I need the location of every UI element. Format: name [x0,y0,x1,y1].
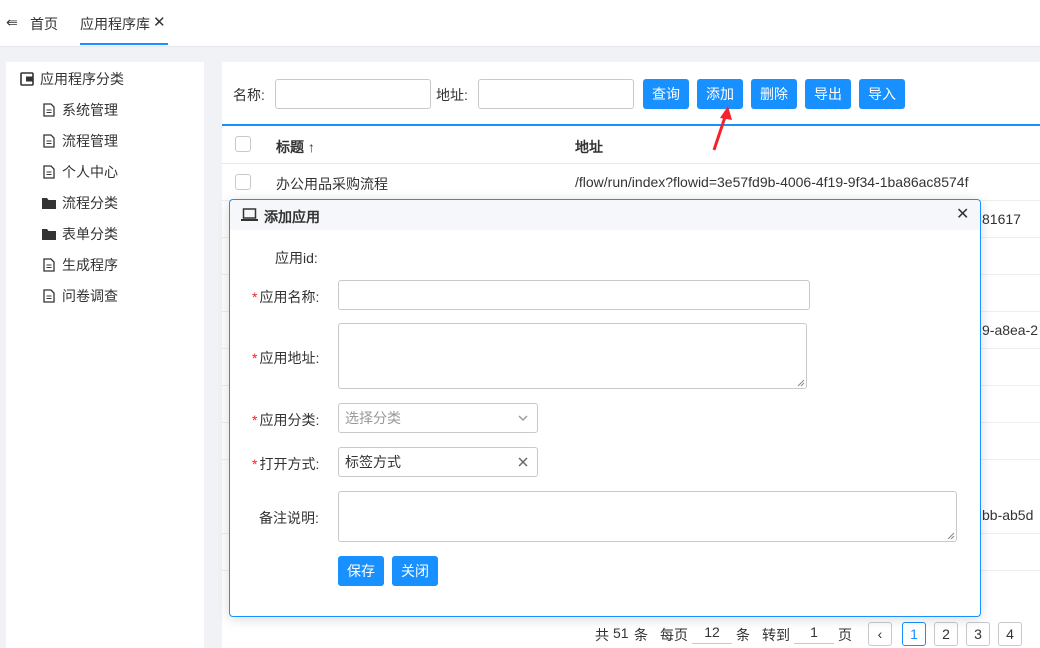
app-name-input[interactable] [338,280,810,310]
page-button-2[interactable]: 2 [934,622,958,646]
open-mode-value: 标签方式 [345,454,401,470]
tree-item-label: 表单分类 [62,226,118,242]
import-button[interactable]: 导入 [859,79,905,109]
tree-item-process-category[interactable]: 流程分类 [42,192,118,214]
file-icon [43,134,55,148]
page-button-3[interactable]: 3 [966,622,990,646]
add-app-dialog: 添加应用 ✕ 应用id: * 应用名称: * 应用地址: * 应用分类: 选择分类 *… [229,199,981,617]
laptop-icon [241,208,258,221]
tab-home[interactable]: 首页 [30,14,58,34]
required-mark: * [252,289,258,305]
open-mode-label-text: 打开方式: [259,456,320,472]
pager-total-suffix: 条 [634,627,648,643]
menu-fold-icon[interactable]: ⇚ [6,14,18,31]
row-address: bb-ab5d [982,507,1034,523]
tree-item-label: 流程分类 [62,195,118,211]
resize-handle-icon[interactable] [797,379,805,387]
row-address: 81617 [982,211,1021,227]
tree-root-label: 应用程序分类 [40,71,124,87]
tree-item-system-management[interactable]: 系统管理 [42,99,118,121]
tree-item-generate-program[interactable]: 生成程序 [42,254,118,276]
pager-goto-label: 转到 [762,627,790,643]
column-title-header[interactable]: 标题 ↑ [276,137,315,157]
required-mark: * [252,412,258,428]
clear-icon[interactable] [518,457,528,467]
app-address-textarea[interactable] [338,323,807,389]
tree-item-label: 问卷调查 [62,288,118,304]
close-button[interactable]: 关闭 [392,556,438,586]
query-button[interactable]: 查询 [643,79,689,109]
column-address-header[interactable]: 地址 [575,137,603,157]
folder-icon [42,229,56,240]
search-address-input[interactable] [478,79,634,109]
dialog-header: 添加应用 ✕ [230,200,980,230]
app-address-label-text: 应用地址: [259,350,320,366]
wallet-icon [20,72,34,86]
remark-textarea[interactable] [338,491,957,542]
prev-page-button[interactable]: ‹ [868,622,892,646]
folder-icon [42,198,56,209]
export-button[interactable]: 导出 [805,79,851,109]
tab-bar: ⇚ 首页 应用程序库 ✕ [0,0,1040,47]
open-mode-label: * 打开方式: [252,454,319,474]
app-category-label-text: 应用分类: [259,412,320,428]
app-category-label: * 应用分类: [252,410,319,430]
goto-page-input[interactable]: 1 [794,620,834,644]
delete-button[interactable]: 删除 [751,79,797,109]
tree-item-label: 生成程序 [62,257,118,273]
resize-handle-icon[interactable] [947,532,955,540]
table-row[interactable]: 办公用品采购流程 /flow/run/index?flowid=3e57fd9b… [222,164,1040,201]
search-name-input[interactable] [275,79,431,109]
file-icon [43,289,55,303]
app-category-select[interactable]: 选择分类 [338,403,538,433]
page-button-4[interactable]: 4 [998,622,1022,646]
pager-goto-suffix: 页 [838,627,852,643]
app-address-label: * 应用地址: [252,348,319,368]
file-icon [43,258,55,272]
tree-item-form-category[interactable]: 表单分类 [42,223,118,245]
dialog-title: 添加应用 [264,209,320,225]
category-placeholder: 选择分类 [345,410,401,426]
file-icon [43,165,55,179]
select-all-checkbox[interactable] [235,136,251,152]
row-checkbox[interactable] [235,174,251,190]
tree-item-label: 流程管理 [62,133,118,149]
file-icon [43,103,55,117]
tree-item-process-management[interactable]: 流程管理 [42,130,118,152]
row-title: 办公用品采购流程 [276,176,388,192]
app-name-label-text: 应用名称: [259,289,320,305]
active-tab-indicator [80,43,168,45]
search-name-label: 名称: [233,87,265,103]
pager-per-page-suffix: 条 [736,627,750,643]
dialog-close-icon[interactable]: ✕ [956,204,969,224]
table-header: 标题 ↑ 地址 [222,124,1040,164]
required-mark: * [252,456,258,472]
app-name-label: * 应用名称: [252,287,319,307]
required-mark: * [252,350,258,366]
remark-label: 备注说明: [259,510,319,526]
pager-total: 51 [613,625,629,641]
open-mode-select[interactable]: 标签方式 [338,447,538,477]
tab-close-icon[interactable]: ✕ [153,13,166,31]
category-tree: 应用程序分类 系统管理 流程管理 个人中心 流程分类 表单分类 生成程序 问卷调… [6,62,204,648]
tree-root-app-category[interactable]: 应用程序分类 [20,68,124,90]
tree-item-survey[interactable]: 问卷调查 [42,285,118,307]
page-button-1[interactable]: 1 [902,622,926,646]
tree-item-label: 系统管理 [62,102,118,118]
annotation-arrow [712,106,732,151]
tab-app-library[interactable]: 应用程序库 [80,14,150,34]
tree-item-personal-center[interactable]: 个人中心 [42,161,118,183]
pager-per-page-label: 每页 [660,627,688,643]
search-address-label: 地址: [436,87,468,103]
app-id-label: 应用id: [275,250,318,266]
row-address: /flow/run/index?flowid=3e57fd9b-4006-4f1… [575,174,969,190]
per-page-select[interactable]: 12 [692,620,732,644]
pager-total-prefix: 共 [595,627,609,643]
tree-item-label: 个人中心 [62,164,118,180]
chevron-down-icon [518,415,528,421]
row-address: 9-a8ea-2 [982,322,1039,338]
save-button[interactable]: 保存 [338,556,384,586]
